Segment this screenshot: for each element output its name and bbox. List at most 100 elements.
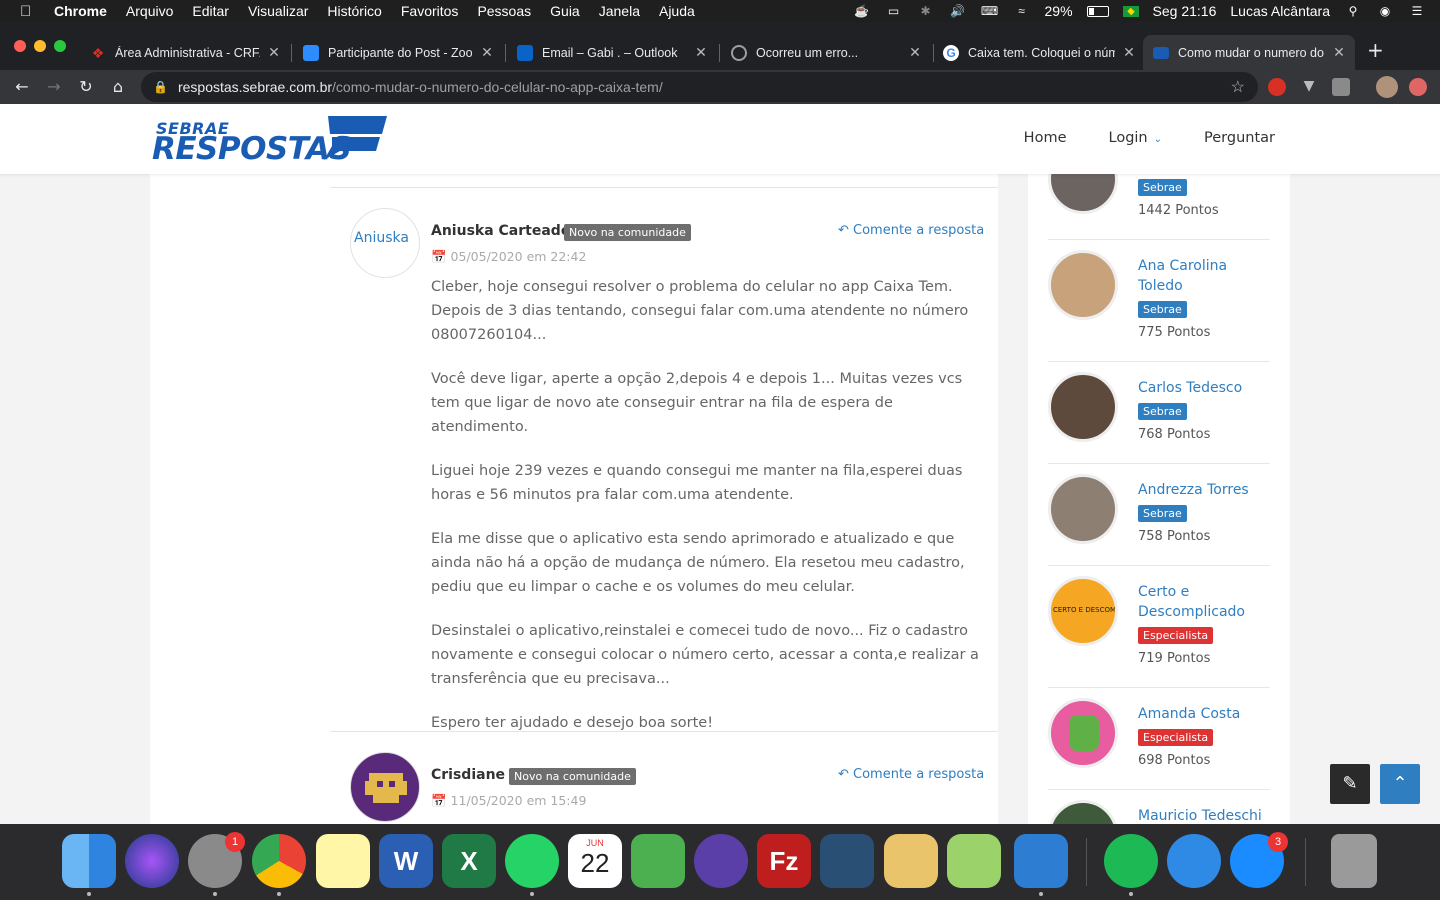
volume-icon[interactable]: 🔊 <box>949 5 967 17</box>
nav-home[interactable]: Home <box>1024 130 1067 146</box>
answer-author[interactable]: Aniuska Carteado <box>431 223 570 239</box>
answer-author[interactable]: Crisdiane <box>431 767 505 783</box>
logo-flag-icon <box>324 116 387 160</box>
mysql-workbench-icon[interactable] <box>820 834 874 888</box>
menu-guia[interactable]: Guia <box>550 3 580 19</box>
siri-icon[interactable] <box>125 834 179 888</box>
update-icon[interactable] <box>1409 78 1427 96</box>
db-search-icon[interactable] <box>947 834 1001 888</box>
menu-editar[interactable]: Editar <box>192 3 229 19</box>
wifi-icon[interactable]: ≈ <box>1013 5 1031 17</box>
menu-arquivo[interactable]: Arquivo <box>126 3 173 19</box>
home-button[interactable]: ⌂ <box>106 75 130 99</box>
nav-login[interactable]: Login ⌄ <box>1109 130 1163 146</box>
close-tab-icon[interactable]: ✕ <box>1121 44 1137 61</box>
word-icon[interactable]: W <box>379 834 433 888</box>
tab-zoom[interactable]: Participante do Post - Zoo ✕ <box>293 35 503 70</box>
clock[interactable]: Seg 21:16 <box>1153 3 1217 19</box>
safari-icon[interactable] <box>1167 834 1221 888</box>
avatar[interactable]: Aniuska <box>350 208 420 278</box>
bookmark-star-icon[interactable]: ☆ <box>1231 77 1245 97</box>
tab-google[interactable]: G Caixa tem. Coloquei o núm ✕ <box>935 35 1145 70</box>
sebrae-respostas-logo[interactable]: SEBRAE RESPOSTAS <box>152 116 392 167</box>
chrome-icon[interactable] <box>252 834 306 888</box>
avatar[interactable] <box>1048 372 1118 442</box>
scroll-to-top-button[interactable]: ⌃ <box>1380 764 1420 804</box>
close-tab-icon[interactable]: ✕ <box>693 44 709 61</box>
extension-cast-icon[interactable] <box>1332 78 1350 96</box>
ranking-name[interactable]: Amanda Costa <box>1138 704 1268 724</box>
whatsapp-icon[interactable] <box>505 834 559 888</box>
comment-answer-link[interactable]: ↶ Comente a resposta <box>838 223 984 238</box>
profile-avatar[interactable] <box>1376 76 1398 98</box>
close-tab-icon[interactable]: ✕ <box>907 44 923 61</box>
edit-pencil-button[interactable]: ✎ <box>1330 764 1370 804</box>
divider <box>1048 565 1270 566</box>
brazil-flag-icon[interactable] <box>1122 5 1139 17</box>
avatar[interactable] <box>1048 698 1118 768</box>
apple-menu-icon[interactable]:  <box>20 3 36 20</box>
lock-icon[interactable]: 🔒 <box>153 80 168 94</box>
notification-center-icon[interactable]: ☰ <box>1408 5 1426 17</box>
close-window-button[interactable] <box>14 40 26 52</box>
airplay-icon[interactable]: ▭ <box>885 5 903 17</box>
divider <box>1048 789 1270 790</box>
ranking-points: 768 Pontos <box>1138 427 1211 442</box>
user-name[interactable]: Lucas Alcântara <box>1230 3 1330 19</box>
menu-janela[interactable]: Janela <box>599 3 640 19</box>
notes-icon[interactable] <box>316 834 370 888</box>
tab-area-administrativa[interactable]: ❖ Área Administrativa - CRF/ ✕ <box>80 35 290 70</box>
back-button[interactable]: ← <box>10 75 34 99</box>
menu-pessoas[interactable]: Pessoas <box>477 3 531 19</box>
close-tab-icon[interactable]: ✕ <box>266 44 282 61</box>
bluetooth-icon[interactable]: ✱ <box>917 5 935 17</box>
trash-icon[interactable] <box>1331 834 1377 888</box>
answer-paragraph: Cleber, hoje consegui resolver o problem… <box>431 279 969 343</box>
avatar[interactable] <box>350 752 420 822</box>
menu-app-name[interactable]: Chrome <box>54 3 107 19</box>
avatar[interactable] <box>1048 474 1118 544</box>
reload-button[interactable]: ↻ <box>74 75 98 99</box>
coffee-icon[interactable]: ☕ <box>853 5 871 17</box>
forward-button[interactable]: → <box>42 75 66 99</box>
ranking-name[interactable]: Ana Carolina Toledo <box>1138 256 1268 296</box>
minimize-window-button[interactable] <box>34 40 46 52</box>
close-tab-icon[interactable]: ✕ <box>1331 44 1347 61</box>
notification-badge: 3 <box>1268 832 1288 852</box>
tab-outlook[interactable]: Email – Gabi . – Outlook ✕ <box>507 35 717 70</box>
finder-icon[interactable] <box>62 834 116 888</box>
zoom-window-button[interactable] <box>54 40 66 52</box>
filezilla-icon[interactable]: Fz <box>757 834 811 888</box>
new-tab-button[interactable]: + <box>1367 38 1384 62</box>
extension-v-icon[interactable]: ▼ <box>1300 78 1318 96</box>
menu-favoritos[interactable]: Favoritos <box>401 3 459 19</box>
lunar-icon[interactable] <box>694 834 748 888</box>
nav-perguntar[interactable]: Perguntar <box>1204 130 1275 146</box>
menu-ajuda[interactable]: Ajuda <box>659 3 695 19</box>
divider <box>330 731 998 732</box>
menu-visualizar[interactable]: Visualizar <box>248 3 308 19</box>
tab-sebrae-active[interactable]: Como mudar o numero do ✕ <box>1143 35 1355 70</box>
spotify-icon[interactable] <box>1104 834 1158 888</box>
vscode-icon[interactable] <box>1014 834 1068 888</box>
address-bar[interactable]: 🔒 respostas.sebrae.com.br /como-mudar-o-… <box>141 72 1258 102</box>
siri-menu-icon[interactable]: ◉ <box>1376 5 1394 17</box>
ranking-name[interactable]: Mauricio Tedeschi <box>1138 806 1268 824</box>
avatar[interactable]: CERTO E DESCOM <box>1048 576 1118 646</box>
close-tab-icon[interactable]: ✕ <box>479 44 495 61</box>
menu-historico[interactable]: Histórico <box>327 3 381 19</box>
calendar-icon[interactable]: JUN 22 <box>568 834 622 888</box>
spotlight-search-icon[interactable]: ⚲ <box>1344 5 1362 17</box>
extension-red-icon[interactable] <box>1268 78 1286 96</box>
network-app-icon[interactable] <box>631 834 685 888</box>
ranking-name[interactable]: Carlos Tedesco <box>1138 378 1268 398</box>
battery-icon[interactable] <box>1086 5 1109 17</box>
sequel-icon[interactable] <box>884 834 938 888</box>
excel-icon[interactable]: X <box>442 834 496 888</box>
avatar[interactable] <box>1048 250 1118 320</box>
keyboard-icon[interactable]: ⌨ <box>981 5 999 17</box>
tab-error[interactable]: Ocorreu um erro... ✕ <box>721 35 931 70</box>
ranking-name[interactable]: Andrezza Torres <box>1138 480 1268 500</box>
ranking-name[interactable]: Certo e Descomplicado <box>1138 582 1268 622</box>
comment-answer-link[interactable]: ↶ Comente a resposta <box>838 767 984 782</box>
